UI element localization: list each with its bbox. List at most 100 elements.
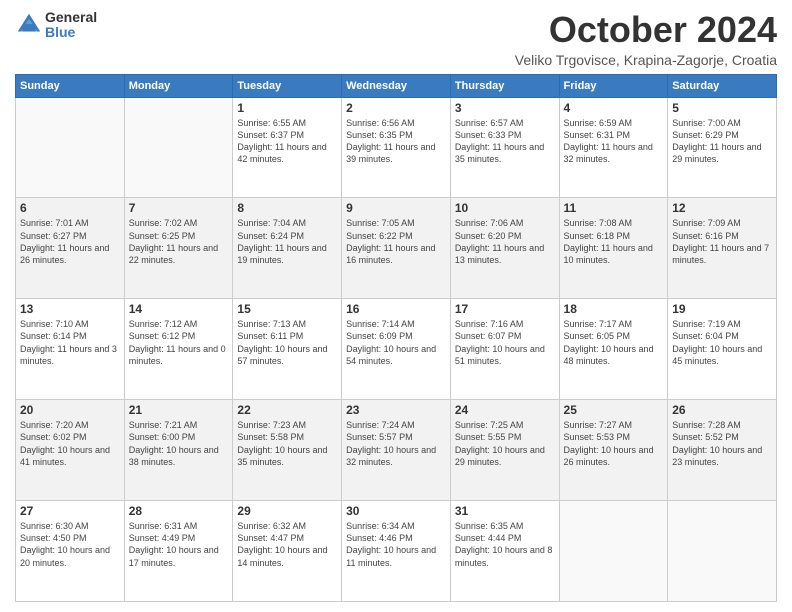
day-info: Sunrise: 7:09 AM Sunset: 6:16 PM Dayligh… bbox=[672, 217, 772, 266]
day-info: Sunrise: 7:14 AM Sunset: 6:09 PM Dayligh… bbox=[346, 318, 446, 367]
table-row: 12 Sunrise: 7:09 AM Sunset: 6:16 PM Dayli… bbox=[668, 198, 777, 299]
table-row: 5 Sunrise: 7:00 AM Sunset: 6:29 PM Daylig… bbox=[668, 97, 777, 198]
day-info: Sunrise: 7:17 AM Sunset: 6:05 PM Dayligh… bbox=[564, 318, 664, 367]
day-number: 12 bbox=[672, 201, 772, 215]
day-info: Sunrise: 7:25 AM Sunset: 5:55 PM Dayligh… bbox=[455, 419, 555, 468]
day-number: 29 bbox=[237, 504, 337, 518]
col-friday: Friday bbox=[559, 74, 668, 97]
day-info: Sunrise: 7:21 AM Sunset: 6:00 PM Dayligh… bbox=[129, 419, 229, 468]
calendar-row: 27 Sunrise: 6:30 AM Sunset: 4:50 PM Dayli… bbox=[16, 501, 777, 602]
table-row: 24Sunrise: 7:25 AM Sunset: 5:55 PM Dayli… bbox=[450, 400, 559, 501]
table-row: 31 Sunrise: 6:35 AM Sunset: 4:44 PM Dayli… bbox=[450, 501, 559, 602]
day-number: 22 bbox=[237, 403, 337, 417]
table-row: 28Sunrise: 6:31 AM Sunset: 4:49 PM Dayli… bbox=[124, 501, 233, 602]
table-row: 17Sunrise: 7:16 AM Sunset: 6:07 PM Dayli… bbox=[450, 299, 559, 400]
day-info: Sunrise: 6:32 AM Sunset: 4:47 PM Dayligh… bbox=[237, 520, 337, 569]
table-row: 25Sunrise: 7:27 AM Sunset: 5:53 PM Dayli… bbox=[559, 400, 668, 501]
day-info: Sunrise: 7:01 AM Sunset: 6:27 PM Dayligh… bbox=[20, 217, 120, 266]
day-info: Sunrise: 6:57 AM Sunset: 6:33 PM Dayligh… bbox=[455, 117, 555, 166]
table-row: 10 Sunrise: 7:06 AM Sunset: 6:20 PM Dayli… bbox=[450, 198, 559, 299]
logo-icon bbox=[15, 11, 43, 39]
table-row: 9 Sunrise: 7:05 AM Sunset: 6:22 PM Daylig… bbox=[342, 198, 451, 299]
table-row: 21 Sunrise: 7:21 AM Sunset: 6:00 PM Dayli… bbox=[124, 400, 233, 501]
title-block: October 2024 Veliko Trgovisce, Krapina-Z… bbox=[515, 10, 777, 68]
day-info: Sunrise: 7:12 AM Sunset: 6:12 PM Dayligh… bbox=[129, 318, 229, 367]
table-row: 11 Sunrise: 7:08 AM Sunset: 6:18 PM Dayli… bbox=[559, 198, 668, 299]
table-row: 16 Sunrise: 7:14 AM Sunset: 6:09 PM Dayli… bbox=[342, 299, 451, 400]
table-row: 19Sunrise: 7:19 AM Sunset: 6:04 PM Dayli… bbox=[668, 299, 777, 400]
day-info: Sunrise: 7:04 AM Sunset: 6:24 PM Dayligh… bbox=[237, 217, 337, 266]
day-number: 4 bbox=[564, 101, 664, 115]
day-number: 10 bbox=[455, 201, 555, 215]
logo-text: General Blue bbox=[45, 10, 97, 41]
col-thursday: Thursday bbox=[450, 74, 559, 97]
calendar-table: Sunday Monday Tuesday Wednesday Thursday… bbox=[15, 74, 777, 602]
table-row bbox=[668, 501, 777, 602]
day-number: 11 bbox=[564, 201, 664, 215]
col-wednesday: Wednesday bbox=[342, 74, 451, 97]
day-number: 31 bbox=[455, 504, 555, 518]
logo-blue-text: Blue bbox=[45, 25, 97, 40]
day-number: 21 bbox=[129, 403, 229, 417]
day-info: Sunrise: 6:55 AM Sunset: 6:37 PM Dayligh… bbox=[237, 117, 337, 166]
col-monday: Monday bbox=[124, 74, 233, 97]
day-number: 8 bbox=[237, 201, 337, 215]
calendar-row: 6 Sunrise: 7:01 AM Sunset: 6:27 PM Daylig… bbox=[16, 198, 777, 299]
table-row: 2Sunrise: 6:56 AM Sunset: 6:35 PM Daylig… bbox=[342, 97, 451, 198]
day-info: Sunrise: 7:20 AM Sunset: 6:02 PM Dayligh… bbox=[20, 419, 120, 468]
day-info: Sunrise: 7:08 AM Sunset: 6:18 PM Dayligh… bbox=[564, 217, 664, 266]
calendar-row: 20 Sunrise: 7:20 AM Sunset: 6:02 PM Dayli… bbox=[16, 400, 777, 501]
day-number: 7 bbox=[129, 201, 229, 215]
day-info: Sunrise: 6:31 AM Sunset: 4:49 PM Dayligh… bbox=[129, 520, 229, 569]
table-row: 26 Sunrise: 7:28 AM Sunset: 5:52 PM Dayli… bbox=[668, 400, 777, 501]
header: General Blue October 2024 Veliko Trgovis… bbox=[15, 10, 777, 68]
day-info: Sunrise: 6:30 AM Sunset: 4:50 PM Dayligh… bbox=[20, 520, 120, 569]
day-number: 20 bbox=[20, 403, 120, 417]
day-number: 18 bbox=[564, 302, 664, 316]
day-number: 16 bbox=[346, 302, 446, 316]
table-row: 18 Sunrise: 7:17 AM Sunset: 6:05 PM Dayli… bbox=[559, 299, 668, 400]
table-row: 7Sunrise: 7:02 AM Sunset: 6:25 PM Daylig… bbox=[124, 198, 233, 299]
table-row: 3 Sunrise: 6:57 AM Sunset: 6:33 PM Daylig… bbox=[450, 97, 559, 198]
day-info: Sunrise: 6:35 AM Sunset: 4:44 PM Dayligh… bbox=[455, 520, 555, 569]
day-number: 13 bbox=[20, 302, 120, 316]
day-number: 1 bbox=[237, 101, 337, 115]
day-number: 15 bbox=[237, 302, 337, 316]
day-info: Sunrise: 7:24 AM Sunset: 5:57 PM Dayligh… bbox=[346, 419, 446, 468]
col-saturday: Saturday bbox=[668, 74, 777, 97]
table-row: 4 Sunrise: 6:59 AM Sunset: 6:31 PM Daylig… bbox=[559, 97, 668, 198]
day-info: Sunrise: 7:28 AM Sunset: 5:52 PM Dayligh… bbox=[672, 419, 772, 468]
table-row: 27 Sunrise: 6:30 AM Sunset: 4:50 PM Dayli… bbox=[16, 501, 125, 602]
day-number: 27 bbox=[20, 504, 120, 518]
day-info: Sunrise: 6:59 AM Sunset: 6:31 PM Dayligh… bbox=[564, 117, 664, 166]
day-info: Sunrise: 7:00 AM Sunset: 6:29 PM Dayligh… bbox=[672, 117, 772, 166]
table-row: 29 Sunrise: 6:32 AM Sunset: 4:47 PM Dayli… bbox=[233, 501, 342, 602]
day-info: Sunrise: 7:10 AM Sunset: 6:14 PM Dayligh… bbox=[20, 318, 120, 367]
table-row: 6 Sunrise: 7:01 AM Sunset: 6:27 PM Daylig… bbox=[16, 198, 125, 299]
table-row bbox=[16, 97, 125, 198]
day-info: Sunrise: 7:23 AM Sunset: 5:58 PM Dayligh… bbox=[237, 419, 337, 468]
day-number: 17 bbox=[455, 302, 555, 316]
day-info: Sunrise: 7:05 AM Sunset: 6:22 PM Dayligh… bbox=[346, 217, 446, 266]
table-row: 23 Sunrise: 7:24 AM Sunset: 5:57 PM Dayli… bbox=[342, 400, 451, 501]
table-row: 22 Sunrise: 7:23 AM Sunset: 5:58 PM Dayli… bbox=[233, 400, 342, 501]
table-row: 20 Sunrise: 7:20 AM Sunset: 6:02 PM Dayli… bbox=[16, 400, 125, 501]
calendar-row: 13 Sunrise: 7:10 AM Sunset: 6:14 PM Dayli… bbox=[16, 299, 777, 400]
table-row: 1 Sunrise: 6:55 AM Sunset: 6:37 PM Daylig… bbox=[233, 97, 342, 198]
logo-general-text: General bbox=[45, 10, 97, 25]
day-number: 9 bbox=[346, 201, 446, 215]
day-number: 14 bbox=[129, 302, 229, 316]
day-number: 6 bbox=[20, 201, 120, 215]
day-number: 5 bbox=[672, 101, 772, 115]
calendar-header-row: Sunday Monday Tuesday Wednesday Thursday… bbox=[16, 74, 777, 97]
col-sunday: Sunday bbox=[16, 74, 125, 97]
day-info: Sunrise: 6:56 AM Sunset: 6:35 PM Dayligh… bbox=[346, 117, 446, 166]
day-number: 26 bbox=[672, 403, 772, 417]
table-row bbox=[559, 501, 668, 602]
day-number: 23 bbox=[346, 403, 446, 417]
day-info: Sunrise: 7:06 AM Sunset: 6:20 PM Dayligh… bbox=[455, 217, 555, 266]
table-row: 8 Sunrise: 7:04 AM Sunset: 6:24 PM Daylig… bbox=[233, 198, 342, 299]
day-number: 3 bbox=[455, 101, 555, 115]
day-info: Sunrise: 7:19 AM Sunset: 6:04 PM Dayligh… bbox=[672, 318, 772, 367]
day-info: Sunrise: 7:13 AM Sunset: 6:11 PM Dayligh… bbox=[237, 318, 337, 367]
